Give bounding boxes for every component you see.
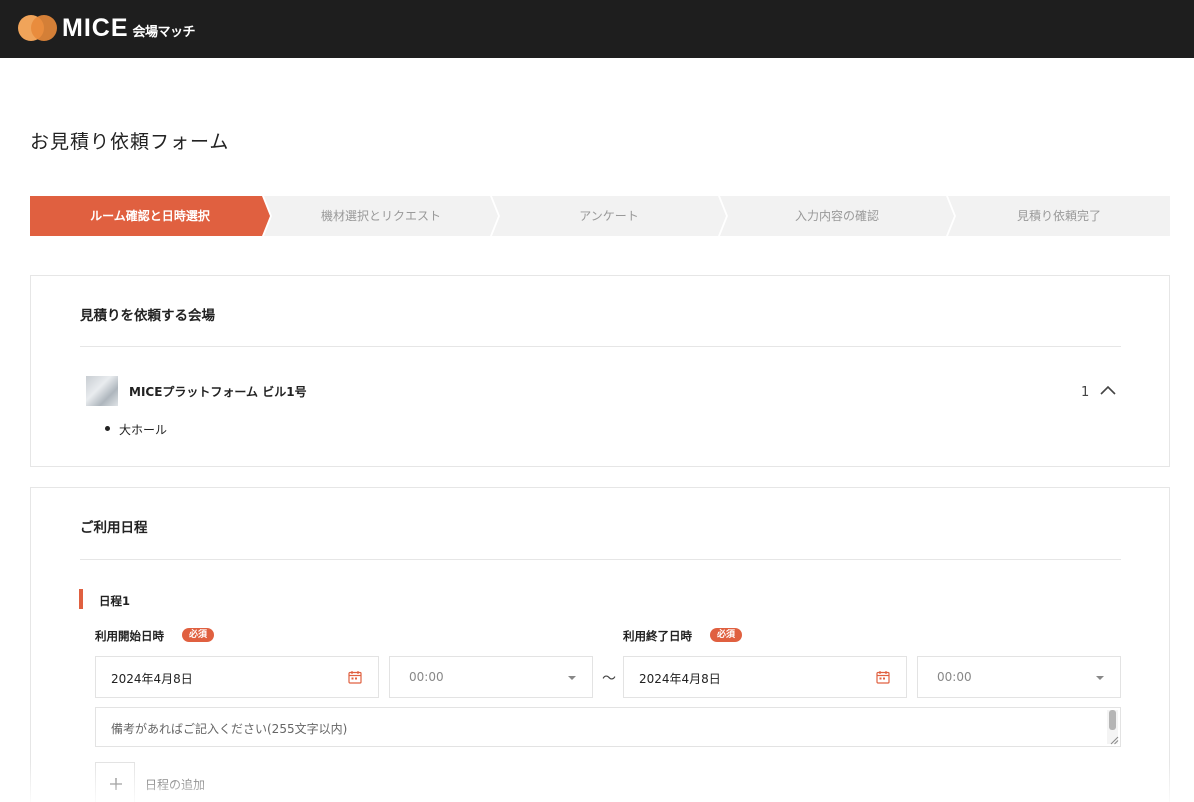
step-1-label: ルーム確認と日時選択 (90, 209, 210, 223)
resize-handle-icon[interactable] (1110, 736, 1119, 745)
start-datetime-label: 利用開始日時 (95, 629, 164, 643)
end-time-select[interactable]: 00:00 (917, 656, 1121, 698)
site-logo[interactable]: MICE 会場マッチ (18, 13, 196, 42)
start-date-value: 2024年4月8日 (111, 672, 193, 686)
end-datetime-label: 利用終了日時 (623, 629, 692, 643)
venue-card: 見積りを依頼する会場 MICEプラットフォーム ビル1号 1 大ホール (30, 275, 1170, 467)
end-required-badge: 必須 (710, 628, 743, 642)
room-bullet (105, 426, 110, 431)
schedule-1-label: 日程1 (99, 594, 131, 608)
calendar-icon[interactable] (876, 670, 890, 684)
schedule-accent-bar (79, 589, 83, 609)
notes-textarea[interactable]: 備考があればご記入ください(255文字以内) (95, 707, 1121, 747)
step-2-label: 機材選択とリクエスト (320, 209, 441, 223)
scrollbar-thumb[interactable] (1109, 710, 1116, 730)
add-schedule-button[interactable] (95, 762, 135, 802)
page-title: お見積り依頼フォーム (30, 131, 230, 153)
end-time-value: 00:00 (937, 670, 972, 684)
venue-thumbnail (86, 376, 118, 406)
start-time-value: 00:00 (409, 670, 444, 684)
start-required-badge: 必須 (182, 628, 215, 642)
top-bar: MICE 会場マッチ (0, 0, 1194, 58)
plus-icon (110, 778, 122, 790)
chevron-up-icon[interactable] (1099, 383, 1117, 397)
schedule-card: ご利用日程 日程1 利用開始日時 必須 利用終了日時 必須 2024年4月8日 … (30, 487, 1170, 802)
progress-steps: ルーム確認と日時選択 機材選択とリクエスト アンケート 入力内容の確認 見積り依… (30, 196, 1170, 236)
venue-room-count: 1 (1081, 385, 1090, 400)
schedule-section-title: ご利用日程 (80, 520, 148, 536)
start-date-input[interactable]: 2024年4月8日 (95, 656, 379, 698)
venue-name: MICEプラットフォーム ビル1号 (129, 385, 307, 399)
schedule-divider (80, 559, 1121, 560)
chevron-down-icon (1096, 676, 1104, 680)
calendar-icon[interactable] (348, 670, 362, 684)
room-item: 大ホール (119, 423, 168, 437)
venue-section-title: 見積りを依頼する会場 (80, 308, 215, 324)
add-schedule-label[interactable]: 日程の追加 (145, 776, 205, 793)
step-5-label: 見積り依頼完了 (1016, 209, 1101, 223)
logo-subtext: 会場マッチ (132, 24, 196, 40)
start-time-select[interactable]: 00:00 (389, 656, 593, 698)
step-4-label: 入力内容の確認 (794, 209, 879, 223)
step-3-label: アンケート (579, 209, 639, 223)
end-date-value: 2024年4月8日 (639, 672, 721, 686)
logo-text: MICE (62, 13, 129, 42)
chevron-down-icon (568, 676, 576, 680)
date-range-separator: 〜 (602, 671, 616, 687)
venue-divider (80, 346, 1121, 347)
logo-mark-icon (18, 15, 58, 41)
end-date-input[interactable]: 2024年4月8日 (623, 656, 907, 698)
notes-placeholder: 備考があればご記入ください(255文字以内) (111, 722, 348, 736)
